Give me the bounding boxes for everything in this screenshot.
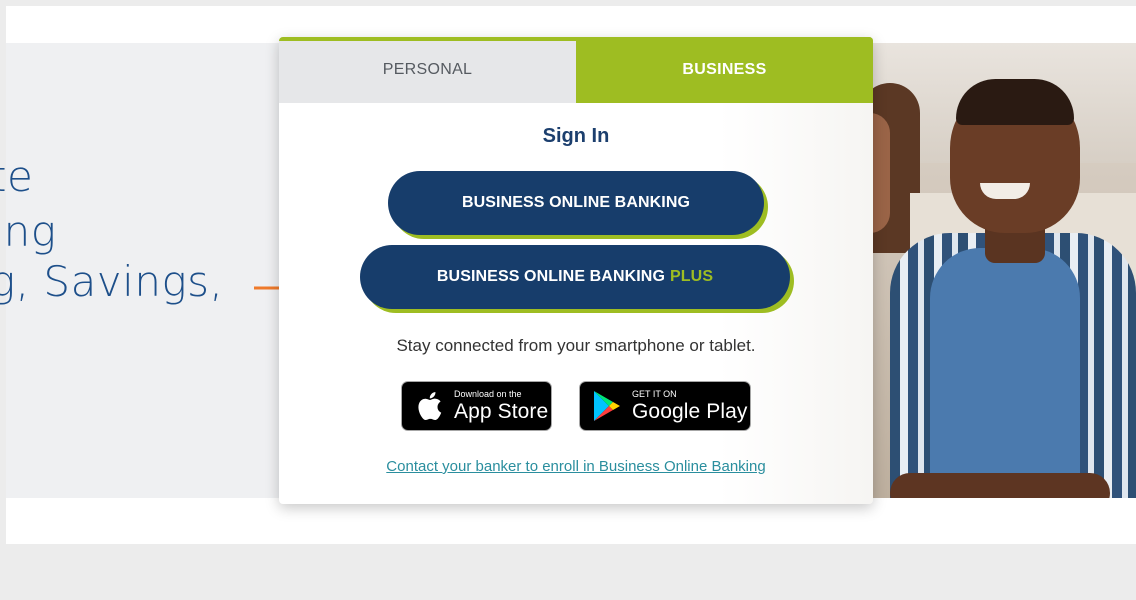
business-online-banking-plus-button[interactable]: BUSINESS ONLINE BANKING PLUS xyxy=(360,245,790,309)
button-label: BUSINESS ONLINE BANKING xyxy=(436,268,666,285)
google-play-icon xyxy=(590,389,624,423)
google-play-badge[interactable]: GET IT ON Google Play xyxy=(579,381,751,431)
tab-personal[interactable]: PERSONAL xyxy=(279,37,576,103)
hero-photo xyxy=(870,43,1136,498)
apple-icon xyxy=(412,389,446,423)
google-small-text: GET IT ON xyxy=(632,389,677,399)
app-store-badge[interactable]: Download on the App Store xyxy=(401,381,552,431)
app-tagline: Stay connected from your smartphone or t… xyxy=(396,336,756,355)
button-label: BUSINESS ONLINE BANKING xyxy=(461,194,691,211)
plus-label: PLUS xyxy=(670,268,714,285)
login-card: PERSONAL BUSINESS Sign In BUSINESS ONLIN… xyxy=(279,37,873,504)
google-big-text: Google Play xyxy=(632,400,748,423)
business-online-banking-button[interactable]: BUSINESS ONLINE BANKING xyxy=(388,171,764,235)
card-accent-bar xyxy=(279,37,873,41)
tab-business[interactable]: BUSINESS xyxy=(576,37,873,103)
apple-big-text: App Store xyxy=(454,400,549,423)
account-type-tabs: PERSONAL BUSINESS xyxy=(279,37,873,103)
enroll-link[interactable]: Contact your banker to enroll in Busines… xyxy=(279,458,873,475)
sign-in-heading: Sign In xyxy=(542,125,610,147)
apple-small-text: Download on the xyxy=(454,389,522,399)
